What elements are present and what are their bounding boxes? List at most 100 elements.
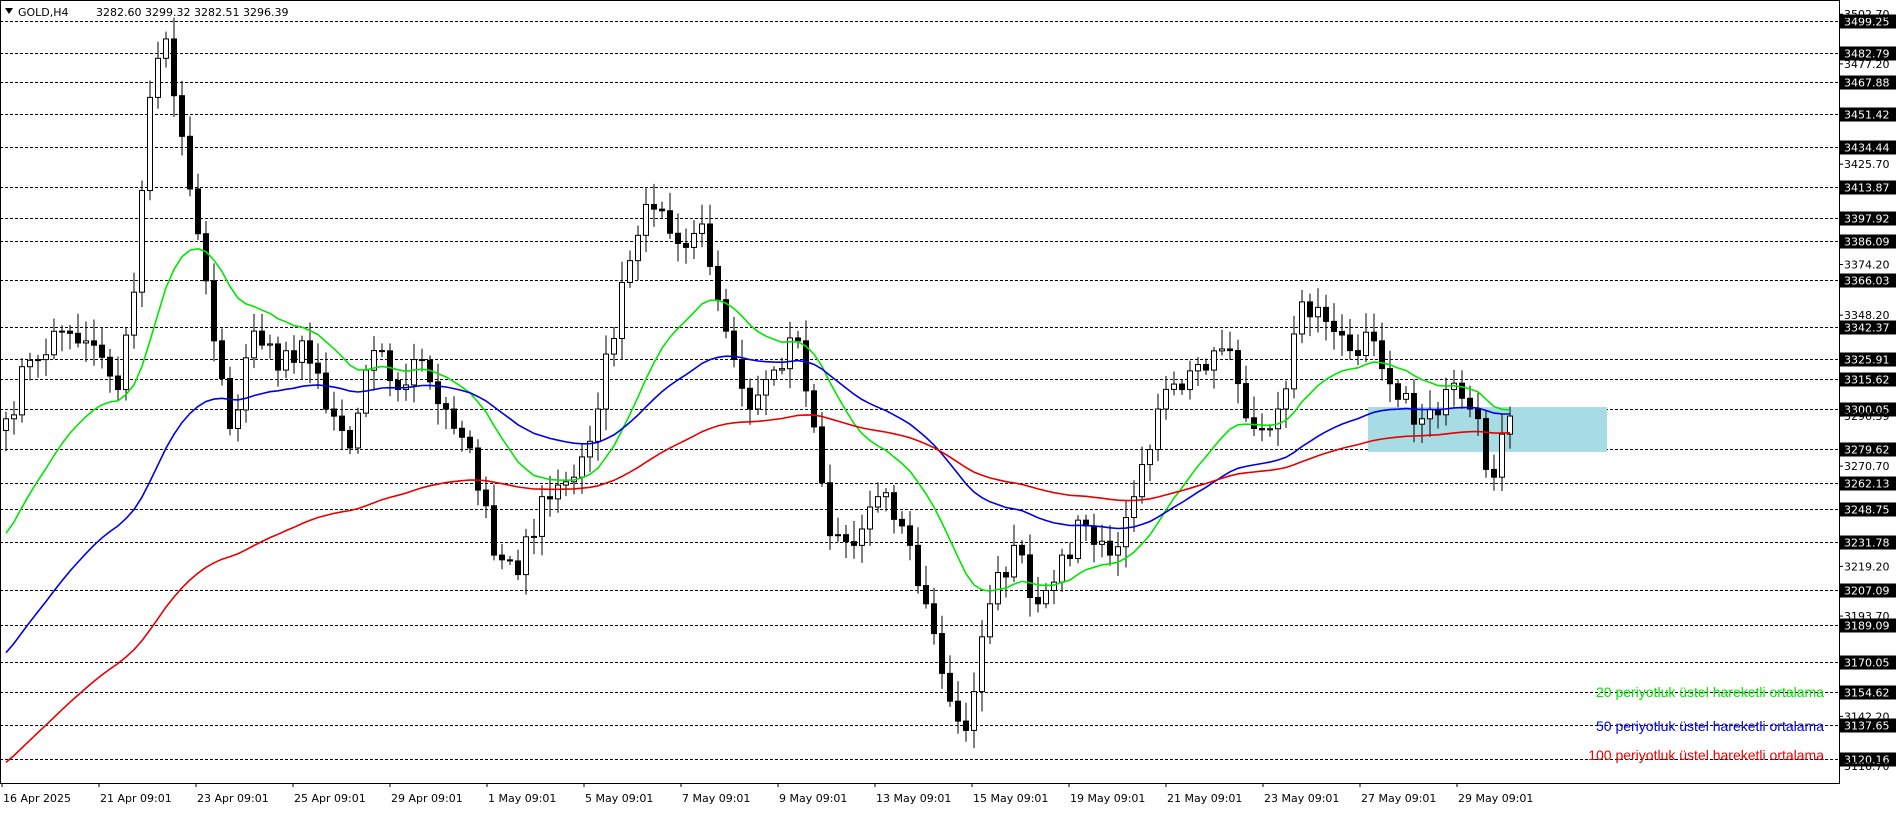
candle-body (1307, 301, 1313, 318)
candle-body (811, 390, 817, 428)
ohlc-label: 3282.60 3299.32 3282.51 3296.39 (96, 6, 288, 19)
candle-body (667, 210, 673, 234)
candle-body (675, 232, 681, 244)
axis-price-label: 3477.20 (1844, 58, 1890, 71)
candle-body (1507, 415, 1513, 435)
candle-body (1107, 540, 1113, 556)
candle-body (1475, 408, 1481, 420)
candle-body (1427, 408, 1433, 420)
level-price-label: 3366.03 (1844, 275, 1890, 288)
candle-body (1195, 364, 1201, 372)
candle-body (11, 414, 17, 420)
axis-price-label: 3502.70 (1844, 8, 1890, 21)
level-price-label: 3325.91 (1844, 354, 1890, 367)
level-price-label: 3342.37 (1844, 322, 1890, 335)
candle-body (387, 350, 393, 382)
candle-body (1067, 554, 1073, 560)
candle-body (763, 379, 769, 396)
candle-body (883, 492, 889, 498)
candle-body (1155, 408, 1161, 451)
candle-body (75, 332, 81, 344)
candle-body (1051, 581, 1057, 591)
candle-body (971, 691, 977, 731)
candle-body (99, 344, 105, 358)
candle-body (163, 38, 169, 59)
candle-body (619, 281, 625, 339)
candle-body (1491, 468, 1497, 478)
candle-body (635, 234, 641, 262)
candle-body (267, 343, 273, 346)
candle-body (563, 481, 569, 486)
legend-entry: 50 periyotluk üstel hareketli ortalama (1596, 718, 1824, 734)
candle-body (147, 96, 153, 192)
axis-price-label: 3296.39 (1844, 410, 1890, 423)
time-label: 1 May 09:01 (488, 792, 556, 805)
candle-body (299, 340, 305, 363)
candle-body (731, 330, 737, 360)
level-price-label: 3315.62 (1844, 374, 1890, 387)
candle-body (123, 334, 129, 391)
level-price-label: 3467.88 (1844, 77, 1890, 90)
time-label: 13 May 09:01 (876, 792, 951, 805)
level-price-label: 3434.44 (1844, 142, 1890, 155)
candle-body (1251, 417, 1257, 430)
candle-body (987, 603, 993, 638)
candle-body (795, 337, 801, 342)
level-price-label: 3154.62 (1844, 687, 1890, 700)
candle-body (1315, 306, 1321, 318)
candle-body (1379, 340, 1385, 370)
candle-body (1283, 388, 1289, 410)
candle-body (507, 559, 513, 562)
candle-body (699, 223, 705, 234)
candle-body (875, 496, 881, 508)
candle-body (323, 372, 329, 410)
candle-body (499, 554, 505, 561)
axis-price-label: 3425.70 (1844, 158, 1890, 171)
candle-body (1323, 306, 1329, 322)
candle-body (251, 330, 257, 359)
candle-body (379, 350, 385, 353)
candle-body (187, 135, 193, 190)
candle-body (1387, 368, 1393, 385)
candle-body (291, 350, 297, 363)
candle-body (283, 350, 289, 371)
price-chart[interactable]: 3499.253482.793467.883451.423434.443413.… (0, 0, 1896, 820)
candle-body (451, 408, 457, 429)
candle-body (1339, 330, 1345, 336)
time-label: 29 May 09:01 (1458, 792, 1533, 805)
candle-body (1187, 370, 1193, 391)
time-label: 27 May 09:01 (1361, 792, 1436, 805)
candle-body (43, 354, 49, 361)
candle-body (715, 265, 721, 301)
axis-price-label: 3193.70 (1844, 610, 1890, 623)
legend: 20 periyotluk üstel hareketli ortalama 50… (1588, 684, 1824, 763)
candle-body (83, 340, 89, 344)
candle-body (539, 496, 545, 537)
candle-body (915, 544, 921, 587)
candle-body (1355, 350, 1361, 357)
candle-body (491, 505, 497, 556)
candle-body (1171, 383, 1177, 390)
level-price-label: 3170.05 (1844, 657, 1890, 670)
candle-body (995, 572, 1001, 605)
candle-body (235, 409, 241, 430)
candle-body (963, 720, 969, 731)
candle-body (35, 359, 41, 362)
candle-body (691, 232, 697, 248)
candle-body (739, 358, 745, 389)
candle-body (1179, 383, 1185, 391)
candle-body (1219, 348, 1225, 352)
candle-body (51, 330, 57, 356)
time-label: 23 Apr 09:01 (197, 792, 269, 805)
candle-body (939, 633, 945, 674)
candle-body (419, 359, 425, 362)
candle-body (627, 260, 633, 283)
candle-body (155, 57, 161, 98)
time-label: 23 May 09:01 (1264, 792, 1339, 805)
candle-body (1347, 334, 1353, 352)
candle-body (707, 223, 713, 267)
candle-body (275, 343, 281, 371)
candle-body (835, 534, 841, 537)
candle-body (411, 359, 417, 386)
candle-body (115, 375, 121, 391)
